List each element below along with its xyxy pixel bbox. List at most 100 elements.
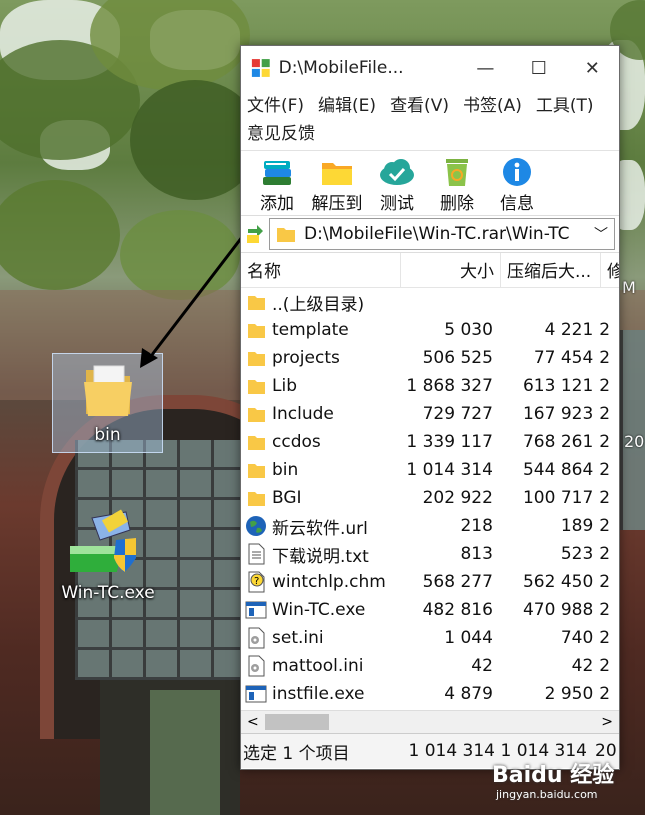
- chevron-down-icon[interactable]: ﹀: [594, 224, 608, 244]
- file-size: 5 030: [444, 320, 493, 340]
- test-button[interactable]: 测试: [367, 151, 427, 215]
- test-label: 测试: [380, 194, 414, 214]
- file-modified: 2: [599, 488, 611, 508]
- file-row[interactable]: Include 729 727 167 923 2: [241, 400, 619, 428]
- file-row[interactable]: 新云软件.url 218 189 2: [241, 512, 619, 540]
- file-name: Win-TC.exe: [272, 600, 366, 620]
- path-field[interactable]: D:\MobileFile\Win-TC.rar\Win-TC ﹀: [269, 218, 615, 250]
- file-compressed-size: 2 950: [544, 684, 594, 704]
- file-size: 4 879: [444, 684, 493, 704]
- file-row[interactable]: instfile.exe 4 879 2 950 2: [241, 680, 619, 708]
- file-modified: 2: [599, 656, 611, 676]
- file-row[interactable]: Win-TC.exe 482 816 470 988 2: [241, 596, 619, 624]
- menu-feedback[interactable]: 意见反馈: [247, 124, 315, 144]
- file-compressed-size: 562 450: [522, 572, 594, 592]
- file-size: 729 727: [422, 404, 493, 424]
- file-name-cell: Win-TC.exe: [241, 599, 398, 621]
- file-row[interactable]: projects 506 525 77 454 2: [241, 344, 619, 372]
- file-list: ..(上级目录) template 5 030 4 221 2 projects 506 5…: [241, 288, 619, 710]
- file-name: Include: [272, 404, 334, 424]
- column-header-modified[interactable]: 修: [601, 253, 619, 287]
- settings-file-icon: [245, 655, 267, 677]
- file-name-cell: mattool.ini: [241, 655, 398, 677]
- folder-icon: [322, 163, 352, 185]
- extract-to-button[interactable]: 解压到: [307, 151, 367, 215]
- delete-button[interactable]: 删除: [427, 151, 487, 215]
- file-name-cell: ..(上级目录): [241, 290, 398, 315]
- column-header-name[interactable]: 名称: [241, 253, 401, 287]
- add-label: 添加: [260, 194, 294, 214]
- up-level-icon[interactable]: [245, 223, 265, 245]
- file-row[interactable]: ..(上级目录): [241, 288, 619, 316]
- file-row[interactable]: BGI 202 922 100 717 2: [241, 484, 619, 512]
- file-size: 1 014 314: [406, 460, 493, 480]
- file-row[interactable]: set.ini 1 044 740 2: [241, 624, 619, 652]
- menu-bookmarks[interactable]: 书签(A): [463, 96, 522, 116]
- file-size: 42: [471, 656, 493, 676]
- close-button[interactable]: ✕: [566, 46, 619, 90]
- menu-view[interactable]: 查看(V): [390, 96, 449, 116]
- file-name: template: [272, 320, 349, 340]
- file-row[interactable]: 下载说明.txt 813 523 2: [241, 540, 619, 568]
- file-size: 218: [460, 516, 493, 536]
- file-modified: 2: [599, 404, 611, 424]
- file-modified: 2: [599, 600, 611, 620]
- help-file-icon: ?: [245, 571, 267, 593]
- menu-bar: 文件(F) 编辑(E) 查看(V) 书签(A) 工具(T) 意见反馈: [241, 90, 619, 150]
- info-icon: [503, 158, 531, 186]
- file-compressed-size: 613 121: [522, 376, 594, 396]
- file-modified: 2: [599, 628, 611, 648]
- folder-icon: [245, 431, 267, 453]
- horizontal-scrollbar[interactable]: < >: [241, 710, 619, 733]
- file-row[interactable]: template 5 030 4 221 2: [241, 316, 619, 344]
- column-header-size[interactable]: 大小: [401, 253, 501, 287]
- file-compressed-size: 167 923: [522, 404, 594, 424]
- menu-tools[interactable]: 工具(T): [536, 96, 594, 116]
- scroll-left-icon[interactable]: <: [247, 714, 259, 730]
- status-selection: 选定 1 个项目: [243, 743, 350, 764]
- scroll-thumb[interactable]: [264, 714, 329, 730]
- minimize-button[interactable]: —: [459, 46, 512, 90]
- file-row[interactable]: ccdos 1 339 117 768 261 2: [241, 428, 619, 456]
- file-name-cell: 下载说明.txt: [241, 542, 398, 567]
- add-button[interactable]: 添加: [247, 151, 307, 215]
- file-name-cell: projects: [241, 347, 398, 369]
- file-row[interactable]: Lib 1 868 327 613 121 2: [241, 372, 619, 400]
- file-row[interactable]: bin 1 014 314 544 864 2: [241, 456, 619, 484]
- file-compressed-size: 42: [571, 656, 594, 676]
- scroll-right-icon[interactable]: >: [601, 714, 613, 730]
- file-name-cell: set.ini: [241, 627, 398, 649]
- settings-file-icon: [245, 627, 267, 649]
- file-modified: 2: [599, 516, 611, 536]
- info-button[interactable]: 信息: [487, 151, 547, 215]
- file-compressed-size: 544 864: [522, 460, 594, 480]
- file-name-cell: BGI: [241, 487, 398, 509]
- books-stack-icon: [263, 161, 291, 185]
- column-header-compressed[interactable]: 压缩后大...: [501, 253, 601, 287]
- file-name: instfile.exe: [272, 684, 365, 704]
- folder-icon: [245, 403, 267, 425]
- file-modified: 2: [599, 460, 611, 480]
- maximize-button[interactable]: ☐: [512, 46, 565, 90]
- file-name: 下载说明.txt: [272, 546, 369, 567]
- menu-edit[interactable]: 编辑(E): [318, 96, 376, 116]
- file-modified: 2: [599, 376, 611, 396]
- file-name: 新云软件.url: [272, 518, 368, 539]
- file-size: 1 044: [444, 628, 493, 648]
- file-name-cell: template: [241, 319, 398, 341]
- folder-up-icon: [245, 291, 267, 313]
- menu-file[interactable]: 文件(F): [247, 96, 304, 116]
- file-name: Lib: [272, 376, 297, 396]
- file-compressed-size: 77 454: [533, 348, 594, 368]
- archive-window: D:\MobileFile... — ☐ ✕ 文件(F) 编辑(E) 查看(V) 书签…: [240, 45, 620, 770]
- file-row[interactable]: ? wintchlp.chm 568 277 562 450 2: [241, 568, 619, 596]
- file-size: 1 868 327: [406, 376, 493, 396]
- file-row[interactable]: mattool.ini 42 42 2: [241, 652, 619, 680]
- file-size: 813: [460, 544, 493, 564]
- file-name-cell: ccdos: [241, 431, 398, 453]
- delete-label: 删除: [440, 194, 474, 214]
- title-bar[interactable]: D:\MobileFile... — ☐ ✕: [241, 46, 619, 90]
- file-name-cell: 新云软件.url: [241, 514, 398, 539]
- path-text: D:\MobileFile\Win-TC.rar\Win-TC: [304, 224, 570, 244]
- recycle-bin-icon: [446, 159, 468, 186]
